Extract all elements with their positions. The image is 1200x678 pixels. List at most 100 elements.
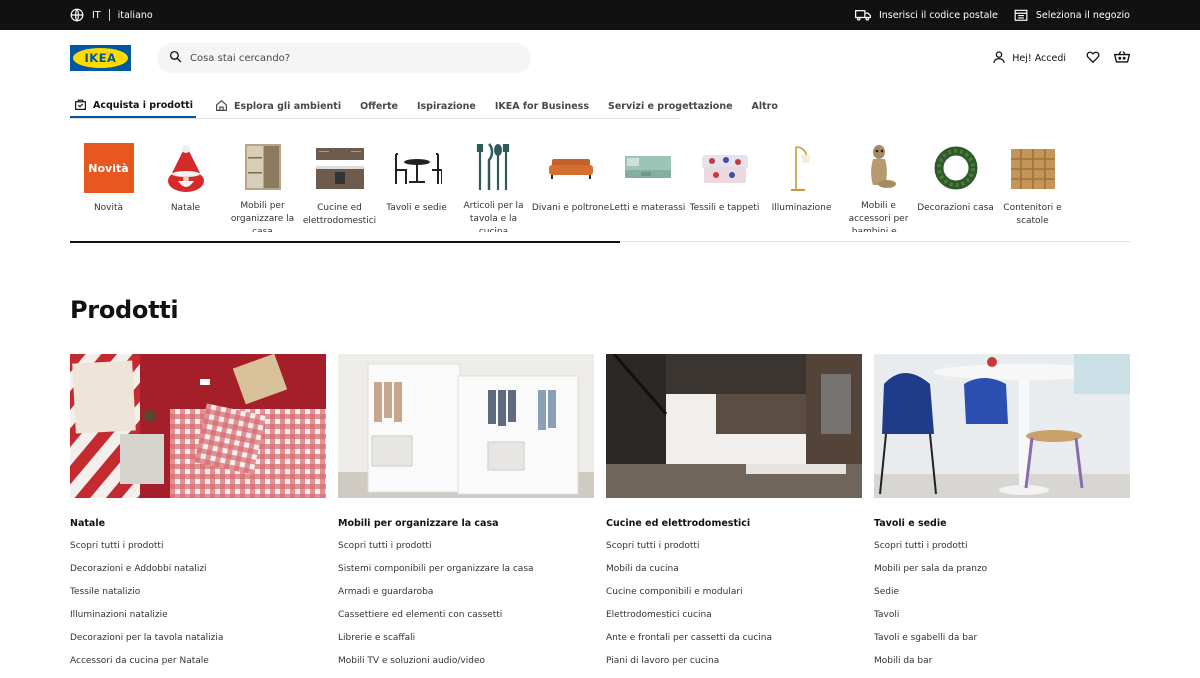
- search-bar[interactable]: [157, 43, 531, 73]
- column-link[interactable]: Decorazioni per la tavola natalizia: [70, 632, 326, 655]
- top-bar: IT italiano Inserisci il codice postale …: [0, 0, 1200, 30]
- cart-icon[interactable]: [1113, 50, 1131, 67]
- column-link[interactable]: Mobili per sala da pranzo: [874, 563, 1130, 586]
- column-link[interactable]: Sedie: [874, 586, 1130, 609]
- column-link[interactable]: Scopri tutti i prodotti: [338, 540, 594, 563]
- bed-image: [622, 142, 674, 194]
- tab-ispirazione[interactable]: Ispirazione: [417, 86, 476, 118]
- column-heading[interactable]: Tavoli e sedie: [874, 518, 1130, 529]
- tab-label: Esplora gli ambienti: [233, 101, 342, 112]
- tab-label: Acquista i prodotti: [93, 100, 193, 111]
- column-link[interactable]: Cucine componibili e modulari: [606, 586, 862, 609]
- user-icon: [992, 50, 1006, 67]
- main-nav: Acquista i prodotti Esplora gli ambienti…: [70, 86, 778, 119]
- basket-image: [1007, 142, 1059, 194]
- language-selector[interactable]: IT italiano: [70, 8, 153, 22]
- column-link[interactable]: Tessile natalizio: [70, 586, 326, 609]
- column-link[interactable]: Ante e frontali per cassetti da cucina: [606, 632, 862, 655]
- novita-badge-text: Novità: [88, 161, 129, 175]
- tab-ambienti[interactable]: Esplora gli ambienti: [215, 86, 341, 118]
- category-tavola-cucina[interactable]: Articoli per la tavola e la cucina: [455, 142, 532, 232]
- category-tessili[interactable]: Tessili e tappeti: [686, 142, 763, 232]
- column-link[interactable]: Scopri tutti i prodotti: [70, 540, 326, 563]
- tab-business[interactable]: IKEA for Business: [495, 86, 589, 118]
- column-link[interactable]: Cassettiere ed elementi con cassetti: [338, 609, 594, 632]
- column-link[interactable]: Scopri tutti i prodotti: [874, 540, 1130, 563]
- tab-acquista[interactable]: Acquista i prodotti: [70, 86, 196, 118]
- gnome-image: [160, 142, 212, 194]
- category-label: Mobili e accessori per bambini e...: [848, 201, 909, 232]
- category-label: Divani e poltrone: [531, 203, 610, 213]
- category-decorazioni[interactable]: Decorazioni casa: [917, 142, 994, 232]
- column-link[interactable]: Armadi e guardaroba: [338, 586, 594, 609]
- link-list: Scopri tutti i prodotti Mobili da cucina…: [606, 540, 862, 678]
- ikea-logo[interactable]: IKEA: [70, 45, 131, 71]
- category-divani[interactable]: Divani e poltrone: [532, 142, 609, 232]
- product-columns: Natale Scopri tutti i prodotti Decorazio…: [70, 354, 1130, 678]
- category-bambini[interactable]: Mobili e accessori per bambini e...: [840, 142, 917, 232]
- store-selector-button[interactable]: Seleziona il negozio: [1014, 8, 1130, 22]
- postal-code-button[interactable]: Inserisci il codice postale: [854, 8, 998, 22]
- link-list: Scopri tutti i prodotti Mobili per sala …: [874, 540, 1130, 678]
- language-code: IT: [92, 9, 101, 21]
- category-contenitori[interactable]: Contenitori e scatole: [994, 142, 1071, 232]
- natale-photo[interactable]: [70, 354, 326, 498]
- dining-photo[interactable]: [874, 354, 1130, 498]
- category-label: Cucine ed elettrodomestici: [302, 203, 377, 226]
- category-novita[interactable]: Novità Novità: [70, 142, 147, 232]
- category-label: Letti e materassi: [609, 203, 686, 213]
- column-tavoli: Tavoli e sedie Scopri tutti i prodotti M…: [874, 354, 1130, 678]
- tab-label: Ispirazione: [416, 101, 476, 112]
- column-link[interactable]: Librerie e scaffali: [338, 632, 594, 655]
- column-heading[interactable]: Natale: [70, 518, 326, 529]
- category-illuminazione[interactable]: Illuminazione: [763, 142, 840, 232]
- page-title: Prodotti: [70, 296, 179, 324]
- column-link[interactable]: Illuminazioni natalizie: [70, 609, 326, 632]
- link-list: Scopri tutti i prodotti Decorazioni e Ad…: [70, 540, 326, 678]
- textiles-image: [699, 142, 751, 194]
- sofa-image: [545, 142, 597, 194]
- category-label: Contenitori e scatole: [1003, 203, 1062, 226]
- home-icon: [215, 99, 228, 115]
- logo-text: IKEA: [84, 51, 117, 65]
- category-natale[interactable]: Natale: [147, 142, 224, 232]
- tab-label: IKEA for Business: [494, 101, 589, 112]
- column-link[interactable]: Mobili da cucina: [606, 563, 862, 586]
- column-heading[interactable]: Mobili per organizzare la casa: [338, 518, 594, 529]
- carousel-scrollbar-thumb[interactable]: [70, 241, 620, 243]
- column-link[interactable]: Tavoli e sgabelli da bar: [874, 632, 1130, 655]
- category-mobili-organizzare[interactable]: Mobili per organizzare la casa: [224, 142, 301, 232]
- column-link[interactable]: Tavoli: [874, 609, 1130, 632]
- column-link[interactable]: Elettrodomestici cucina: [606, 609, 862, 632]
- language-name: italiano: [117, 9, 153, 21]
- novita-badge: Novità: [83, 142, 135, 194]
- store-selector-label: Seleziona il negozio: [1035, 9, 1130, 21]
- category-tavoli-sedie[interactable]: Tavoli e sedie: [378, 142, 455, 232]
- tab-altro[interactable]: Altro: [752, 86, 778, 118]
- tab-label: Altro: [751, 101, 778, 112]
- kitchen-photo[interactable]: [606, 354, 862, 498]
- tab-servizi[interactable]: Servizi e progettazione: [608, 86, 733, 118]
- tab-offerte[interactable]: Offerte: [360, 86, 398, 118]
- category-label: Novità: [93, 203, 124, 213]
- column-mobili: Mobili per organizzare la casa Scopri tu…: [338, 354, 594, 678]
- heart-icon[interactable]: [1086, 50, 1100, 67]
- category-cucine[interactable]: Cucine ed elettrodomestici: [301, 142, 378, 232]
- login-label: Hej! Accedi: [1012, 53, 1066, 64]
- column-heading[interactable]: Cucine ed elettrodomestici: [606, 518, 862, 529]
- divider: [108, 9, 110, 21]
- truck-icon: [854, 8, 871, 22]
- wardrobe-photo[interactable]: [338, 354, 594, 498]
- postal-code-label: Inserisci il codice postale: [878, 9, 998, 21]
- column-link[interactable]: Decorazioni e Addobbi natalizi: [70, 563, 326, 586]
- search-icon: [169, 50, 182, 66]
- login-button[interactable]: Hej! Accedi: [992, 50, 1066, 67]
- globe-icon: [70, 8, 84, 22]
- kitchen-image: [314, 142, 366, 194]
- column-link[interactable]: Scopri tutti i prodotti: [606, 540, 862, 563]
- category-label: Mobili per organizzare la casa: [230, 201, 295, 232]
- column-link[interactable]: Sistemi componibili per organizzare la c…: [338, 563, 594, 586]
- category-letti[interactable]: Letti e materassi: [609, 142, 686, 232]
- category-label: Tessili e tappeti: [689, 203, 760, 213]
- search-input[interactable]: [190, 52, 510, 64]
